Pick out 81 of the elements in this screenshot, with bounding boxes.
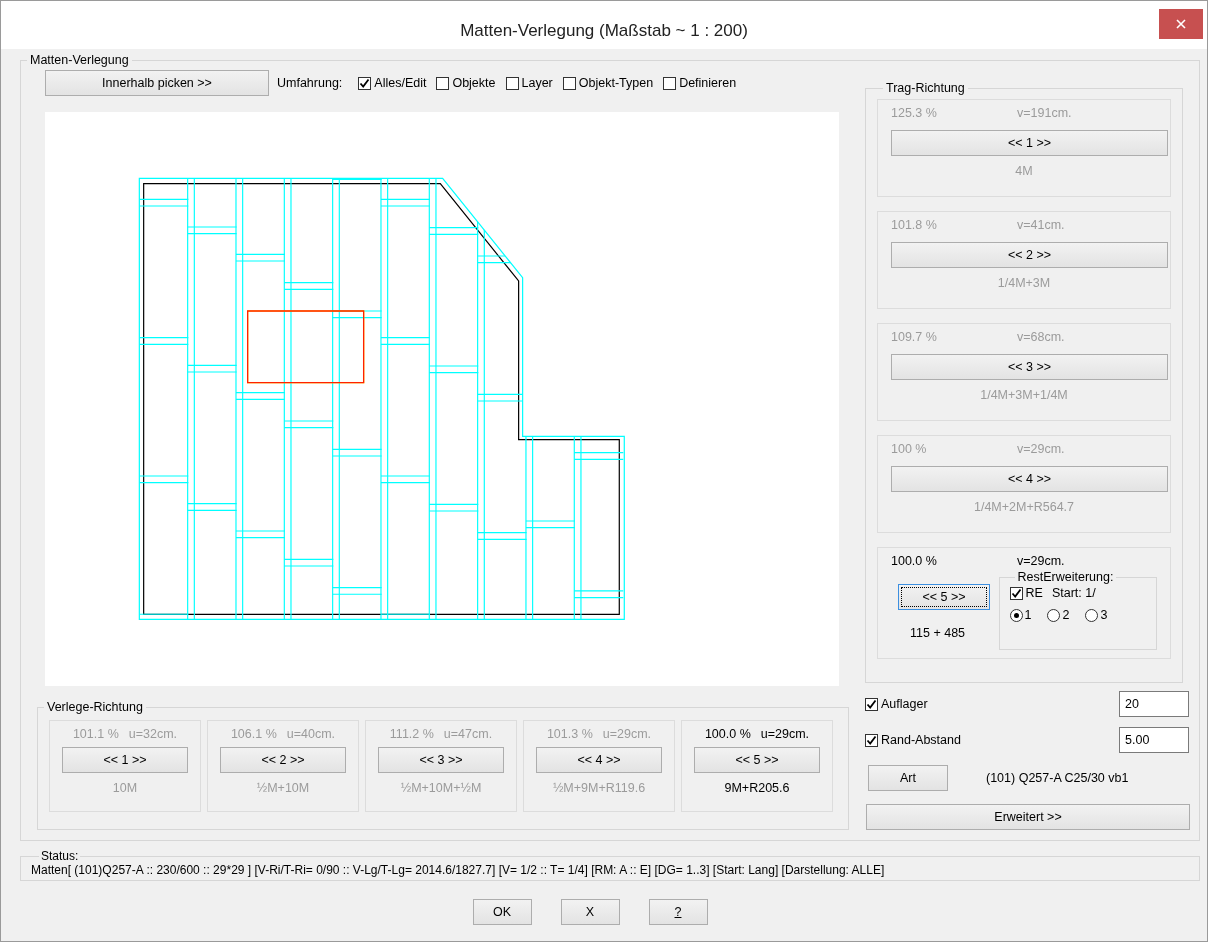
checkbox[interactable] [865,697,878,711]
checkbox[interactable] [562,76,576,90]
spacing-text: v=41cm. [1017,218,1065,232]
art-value: (101) Q257-A C25/30 vb1 [986,771,1129,785]
radio-label: 3 [1100,608,1108,622]
percent-text: 100.0 % [891,554,938,568]
dialog-button[interactable]: ? [648,899,708,925]
checkbox[interactable] [865,733,878,747]
result-text: ½M+9M+R119.6 [552,781,646,795]
spacing-text: v=29cm. [1017,554,1065,568]
result-text: ½M+10M+½M [400,781,482,795]
option-button[interactable]: << 1 >> [891,130,1168,156]
umfahrung-label: Umfahrung: [277,76,343,90]
checkbox[interactable] [436,76,450,90]
result-text: 1/4M+3M [996,276,1052,290]
option-button[interactable]: << 2 >> [891,242,1168,268]
spacing-text: u=40cm. [286,727,336,741]
option-button[interactable]: << 4 >> [891,466,1168,492]
window-title: Matten-Verlegung (Maßstab ~ 1 : 200) [460,20,748,41]
result-text: 4M [1014,164,1034,178]
group-title: Verlege-Richtung [46,700,144,714]
percent-text: 101.3 % [546,727,593,741]
percent-text: 109.7 % [891,330,938,344]
result-text: 1/4M+3M+1/4M [979,388,1069,402]
option-button[interactable]: << 3 >> [378,747,504,773]
pick-button[interactable]: Innerhalb picken >> [45,70,269,96]
spacing-text: u=29cm. [602,727,652,741]
percent-text: 100 % [891,442,928,456]
radio-button[interactable] [1009,608,1023,622]
percent-text: 101.8 % [891,218,938,232]
checkbox-label: Alles/Edit [374,76,427,90]
radio-label: 1 [1024,608,1032,622]
radio-button[interactable] [1085,608,1099,622]
spacing-text: v=29cm. [1017,442,1065,456]
input-field[interactable]: 5.00 [1119,727,1189,753]
percent-text: 111.2 % [389,727,434,741]
option-button[interactable]: << 2 >> [220,747,346,773]
radio-button[interactable] [1047,608,1061,622]
checkbox-label: Definieren [679,76,737,90]
option-button[interactable]: << 5 >> [898,584,990,610]
option-button[interactable]: << 4 >> [536,747,662,773]
percent-text: 106.1 % [230,727,277,741]
group-title: RestErweiterung: [1016,570,1115,584]
result-text: ½M+10M [256,781,310,795]
result-text: 1/4M+2M+R564.7 [972,500,1076,514]
dialog-button[interactable]: OK [472,899,532,925]
spacing-text: v=68cm. [1017,330,1065,344]
input-field[interactable]: 20 [1119,691,1189,717]
art-button[interactable]: Art [868,765,948,791]
option-button[interactable]: << 1 >> [62,747,188,773]
start-label: Start: 1/ [1051,586,1096,600]
checkbox[interactable] [1009,586,1023,600]
result-text: 10M [112,781,138,795]
status-title: Status: [40,849,80,863]
percent-text: 125.3 % [891,106,938,120]
close-icon [1176,19,1186,29]
spacing-text: v=191cm. [1017,106,1072,120]
checkbox-label: RE [1025,586,1043,600]
checkbox[interactable] [663,76,677,90]
spacing-text: u=32cm. [128,727,178,741]
expand-button[interactable]: Erweitert >> [866,804,1190,830]
group-title: Trag-Richtung [885,81,966,95]
checkbox-label: Layer [521,76,553,90]
option-button[interactable]: << 3 >> [891,354,1168,380]
checkbox-label: Rand-Abstand [881,733,961,747]
result-text: 115 + 485 [910,626,966,640]
result-text: 9M+R205.6 [724,781,790,795]
percent-text: 100.0 % [704,727,751,741]
dialog-button[interactable]: X [560,899,620,925]
spacing-text: u=47cm. [443,727,493,741]
group-title: Matten-Verlegung [29,53,130,67]
spacing-text: u=29cm. [760,727,810,741]
checkbox[interactable] [505,76,519,90]
option-button[interactable]: << 5 >> [694,747,820,773]
checkbox[interactable] [358,76,372,90]
checkbox-label: Objekte [452,76,496,90]
checkbox-label: Auflager [881,697,928,711]
radio-label: 2 [1062,608,1070,622]
percent-text: 101.1 % [72,727,119,741]
checkbox-label: Objekt-Typen [578,76,654,90]
status-text: Matten[ (101)Q257-A :: 230/600 :: 29*29 ] [V-Ri/T-Ri= 0/90 :: V-Lg/T-Lg= 2014.6/1827.7] [V= 1/2 :: T= 1/4] [RM: A :: E] [DG= 1..3] [Start: Lang] [Darstellung: ALLE] [31,863,885,877]
